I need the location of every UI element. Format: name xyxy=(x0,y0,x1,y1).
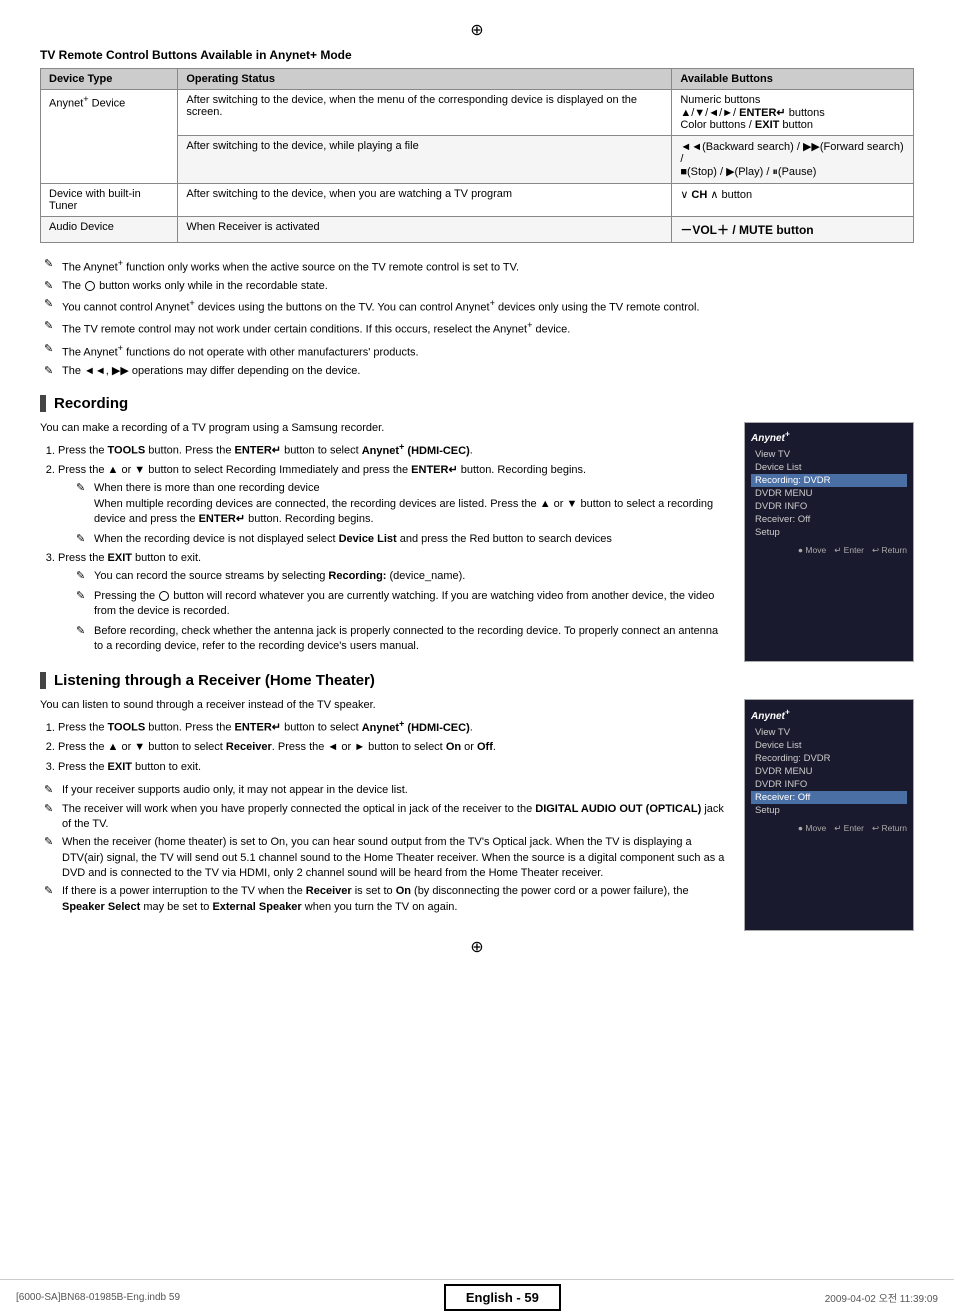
menu-item: DVDR MENU xyxy=(751,487,907,500)
menu-item: Setup xyxy=(751,804,907,817)
bottom-bar: [6000-SA]BN68-01985B-Eng.indb 59 English… xyxy=(0,1279,954,1315)
section-bar xyxy=(40,395,46,412)
note-item: The button works only while in the recor… xyxy=(40,279,914,294)
recording-main: You can make a recording of a TV program… xyxy=(40,422,728,662)
note-item: The TV remote control may not work under… xyxy=(40,319,914,338)
step-item: Press the ▲ or ▼ button to select Receiv… xyxy=(58,740,728,755)
menu-item: Device List xyxy=(751,461,907,474)
recording-steps: Press the TOOLS button. Press the ENTER↵… xyxy=(40,440,728,654)
note-item: The receiver will work when you have pro… xyxy=(40,802,728,833)
note-item: If there is a power interruption to the … xyxy=(40,884,728,915)
screenshot-brand: Anynet+ xyxy=(751,706,907,721)
menu-item: View TV xyxy=(751,448,907,461)
table-row: Device with built-in Tuner After switchi… xyxy=(41,184,914,217)
note-item: You cannot control Anynet+ devices using… xyxy=(40,297,914,316)
menu-item: DVDR INFO xyxy=(751,778,907,791)
menu-item-selected: Receiver: Off xyxy=(751,791,907,804)
listening-section-heading: Listening through a Receiver (Home Theat… xyxy=(40,672,914,689)
screenshot-footer: ● Move↵ Enter↩ Return xyxy=(751,545,907,556)
recording-content: You can make a recording of a TV program… xyxy=(40,422,914,662)
table-title: TV Remote Control Buttons Available in A… xyxy=(40,48,914,62)
listening-notes: If your receiver supports audio only, it… xyxy=(40,783,728,915)
status-anynet-2: After switching to the device, while pla… xyxy=(178,136,672,184)
step-item: Press the TOOLS button. Press the ENTER↵… xyxy=(58,440,728,459)
menu-item: Receiver: Off xyxy=(751,513,907,526)
device-anynet: Anynet+ Device xyxy=(41,90,178,184)
status-anynet-1: After switching to the device, when the … xyxy=(178,90,672,136)
step-subnotes: When there is more than one recording de… xyxy=(58,481,728,547)
menu-item: Recording: DVDR xyxy=(751,752,907,765)
menu-item: Device List xyxy=(751,739,907,752)
page-number: English - 59 xyxy=(444,1284,561,1311)
note-item: When the receiver (home theater) is set … xyxy=(40,835,728,881)
listening-screenshot: Anynet+ View TV Device List Recording: D… xyxy=(744,699,914,931)
note-item: Pressing the button will record whatever… xyxy=(76,589,728,620)
col-header-buttons: Available Buttons xyxy=(672,69,914,90)
buttons-audio: －VOL＋ / MUTE button xyxy=(672,217,914,243)
screenshot-footer: ● Move↵ Enter↩ Return xyxy=(751,823,907,834)
menu-item-selected: Recording: DVDR xyxy=(751,474,907,487)
step-subnotes: You can record the source streams by sel… xyxy=(58,569,728,654)
note-item: If your receiver supports audio only, it… xyxy=(40,783,728,798)
page-container: ⊕ TV Remote Control Buttons Available in… xyxy=(0,0,954,1315)
note-item: When there is more than one recording de… xyxy=(76,481,728,527)
col-header-status: Operating Status xyxy=(178,69,672,90)
step-item: Press the ▲ or ▼ button to select Record… xyxy=(58,463,728,547)
recording-screenshot: Anynet+ View TV Device List Recording: D… xyxy=(744,422,914,662)
bottom-compass-symbol: ⊕ xyxy=(40,937,914,997)
menu-item: DVDR MENU xyxy=(751,765,907,778)
menu-item: View TV xyxy=(751,726,907,739)
step-item: Press the EXIT button to exit. You can r… xyxy=(58,551,728,654)
buttons-anynet-2: ◄◄(Backward search) / ▶▶(Forward search)… xyxy=(672,136,914,184)
recording-section-heading: Recording xyxy=(40,395,914,412)
footer-right: 2009-04-02 오전 11:39:09 xyxy=(825,1290,938,1305)
menu-item: DVDR INFO xyxy=(751,500,907,513)
listening-content: You can listen to sound through a receiv… xyxy=(40,699,914,931)
table-notes: The Anynet+ function only works when the… xyxy=(40,257,914,379)
table-row: Anynet+ Device After switching to the de… xyxy=(41,90,914,136)
col-header-device: Device Type xyxy=(41,69,178,90)
menu-item: Setup xyxy=(751,526,907,539)
buttons-anynet-1: Numeric buttons ▲/▼/◄/►/ ENTER↵ buttons … xyxy=(672,90,914,136)
listening-intro: You can listen to sound through a receiv… xyxy=(40,699,728,711)
note-item: The Anynet+ function only works when the… xyxy=(40,257,914,276)
table-row: Audio Device When Receiver is activated … xyxy=(41,217,914,243)
status-audio: When Receiver is activated xyxy=(178,217,672,243)
note-item: The ◄◄, ▶▶ operations may differ dependi… xyxy=(40,364,914,379)
step-item: Press the EXIT button to exit. xyxy=(58,760,728,775)
listening-heading: Listening through a Receiver (Home Theat… xyxy=(54,672,375,689)
note-item: The Anynet+ functions do not operate wit… xyxy=(40,342,914,361)
note-item: You can record the source streams by sel… xyxy=(76,569,728,584)
recording-heading: Recording xyxy=(54,395,128,412)
device-tuner: Device with built-in Tuner xyxy=(41,184,178,217)
note-item: When the recording device is not display… xyxy=(76,532,728,547)
status-tuner: After switching to the device, when you … xyxy=(178,184,672,217)
footer-left: [6000-SA]BN68-01985B-Eng.indb 59 xyxy=(16,1292,180,1303)
step-item: Press the TOOLS button. Press the ENTER↵… xyxy=(58,717,728,736)
listening-steps: Press the TOOLS button. Press the ENTER↵… xyxy=(40,717,728,775)
buttons-tuner: ∨ CH ∧ button xyxy=(672,184,914,217)
note-item: Before recording, check whether the ante… xyxy=(76,624,728,655)
recording-intro: You can make a recording of a TV program… xyxy=(40,422,728,434)
remote-control-table: Device Type Operating Status Available B… xyxy=(40,68,914,243)
top-compass-symbol: ⊕ xyxy=(40,20,914,40)
section-bar xyxy=(40,672,46,689)
listening-main: You can listen to sound through a receiv… xyxy=(40,699,728,931)
device-audio: Audio Device xyxy=(41,217,178,243)
screenshot-brand: Anynet+ xyxy=(751,429,907,444)
